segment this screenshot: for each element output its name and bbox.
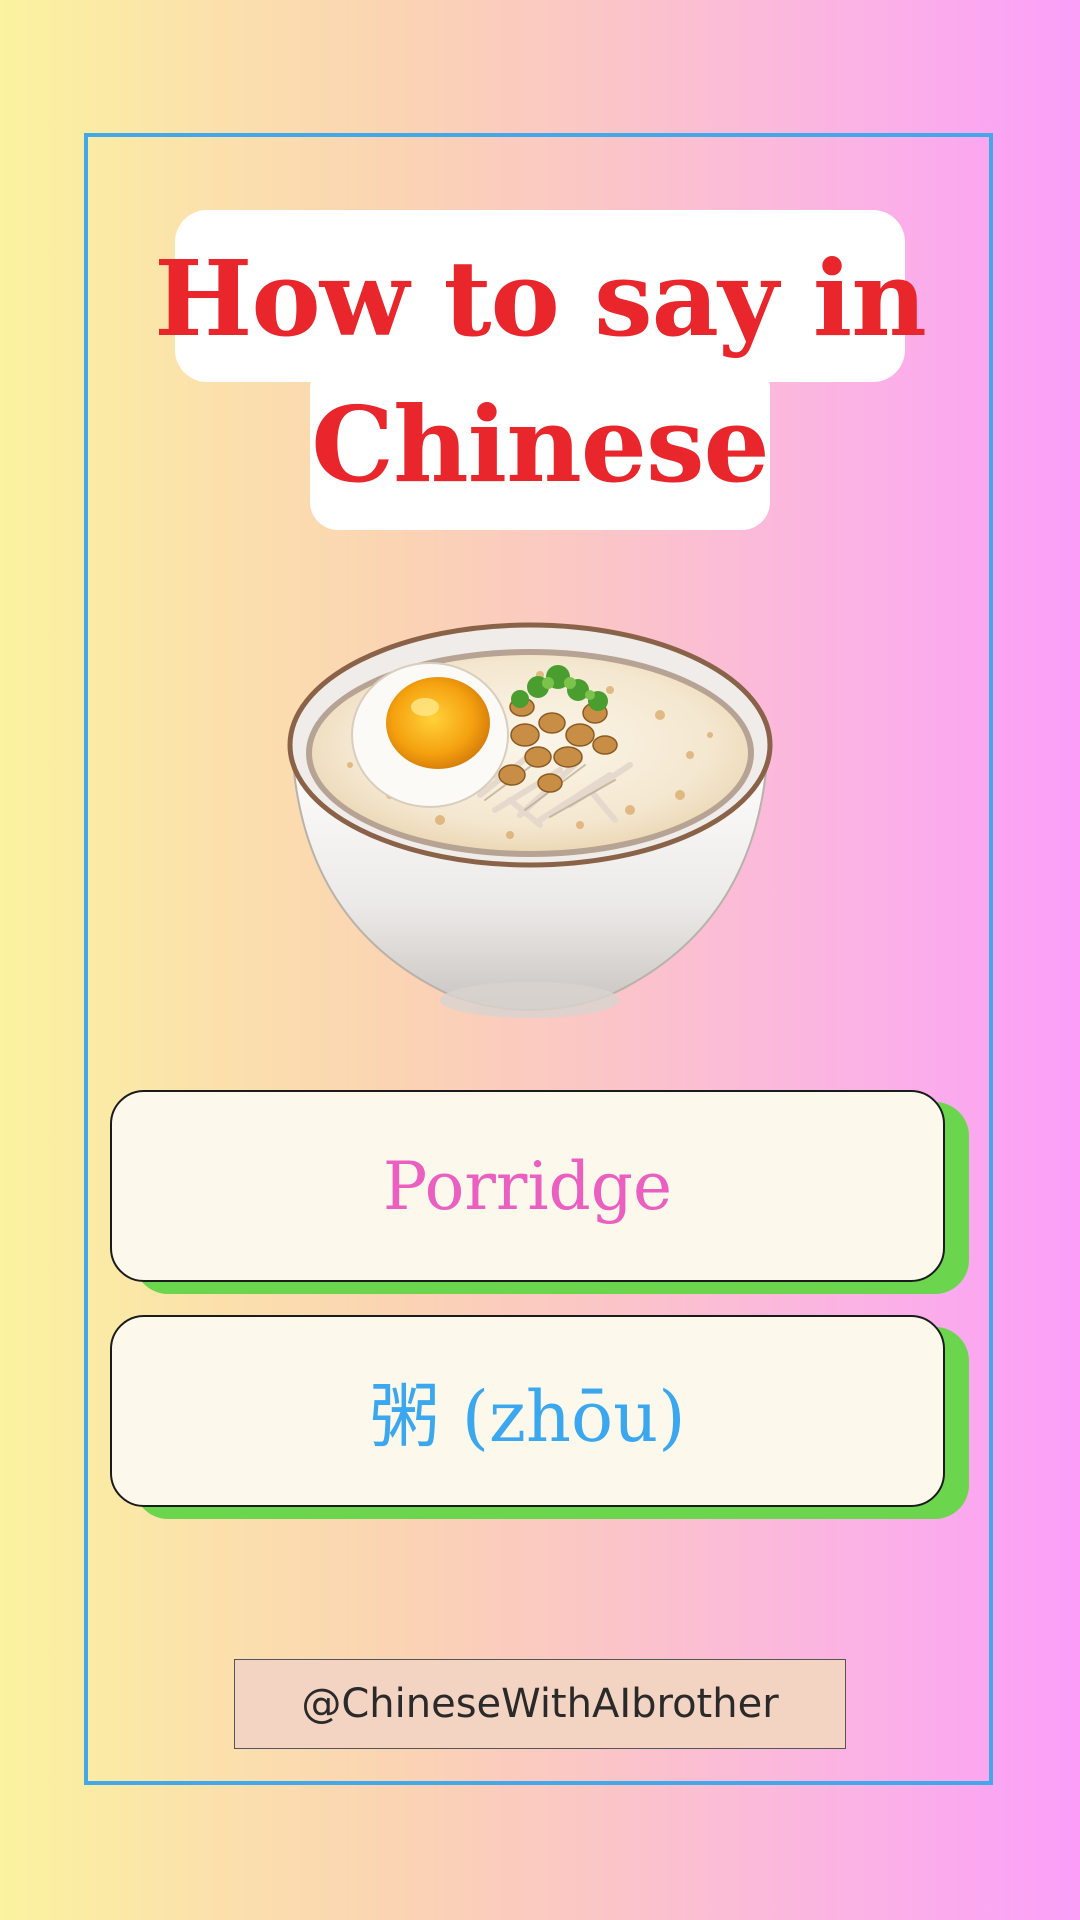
porridge-bowl-illustration xyxy=(280,595,780,1035)
title-line-2: Chinese xyxy=(311,383,769,506)
creator-handle: @ChineseWithAIbrother xyxy=(301,1681,779,1727)
chinese-word-card: 粥 (zhōu) xyxy=(110,1315,945,1507)
chinese-word: 粥 (zhōu) xyxy=(369,1375,686,1458)
page-title: How to say in Chinese xyxy=(150,226,930,518)
english-word: Porridge xyxy=(382,1147,673,1225)
english-word-card: Porridge xyxy=(110,1090,945,1282)
creator-handle-box: @ChineseWithAIbrother xyxy=(234,1659,846,1749)
title-line-1: How to say in xyxy=(154,237,927,360)
